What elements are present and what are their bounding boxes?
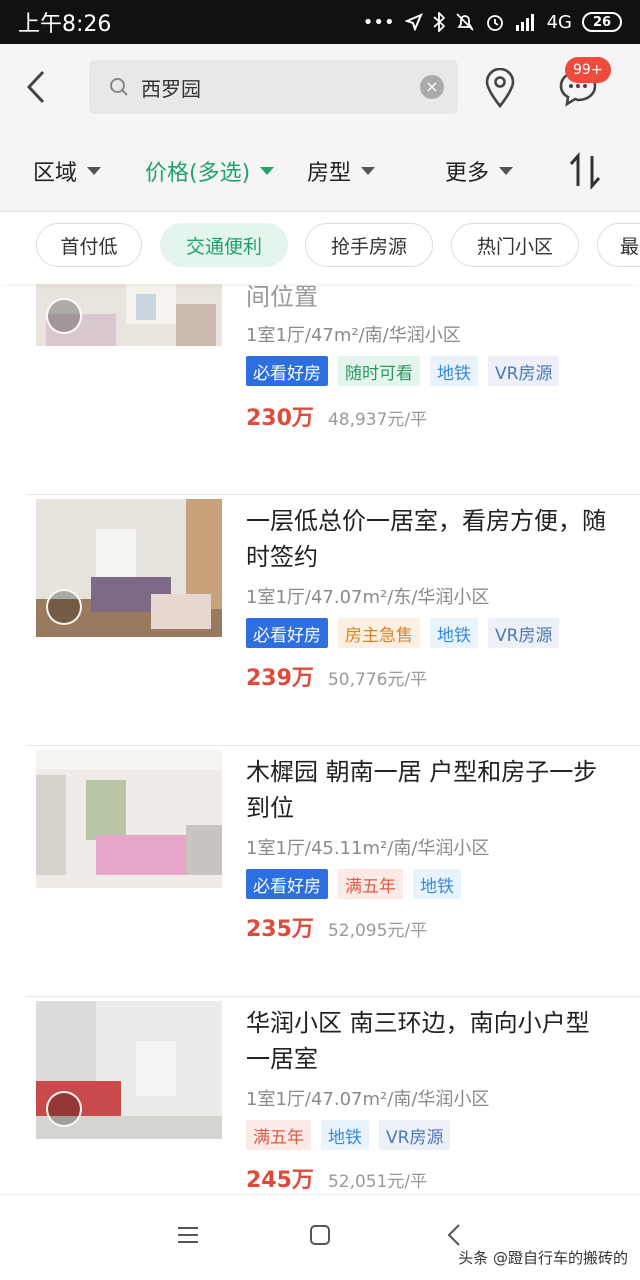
quick-tag-popular-communities[interactable]: 热门小区 [451, 223, 579, 267]
quick-tag-low-downpayment[interactable]: 首付低 [36, 223, 142, 267]
menu-icon[interactable] [176, 1223, 200, 1247]
listing-item[interactable]: 华润小区 南三环边，南向小户型一居室 1室1厅/47.07m²/南/华润小区 满… [0, 997, 640, 1194]
listing-title: 一层低总价一居室，看房方便，随时签约 [246, 507, 606, 571]
listing-item[interactable]: 木樨园 朝南一居 户型和房子一步到位 1室1厅/45.11m²/南/华润小区 必… [0, 746, 640, 997]
listing-title: 木樨园 朝南一居 户型和房子一步到位 [246, 758, 598, 822]
listing-tag: 满五年 [246, 1120, 311, 1150]
filter-layout[interactable]: 房型 [307, 130, 376, 212]
listing-tag: 地铁 [413, 869, 461, 899]
listing-tag: VR房源 [488, 618, 560, 648]
message-count-badge: 99+ [565, 57, 611, 83]
sort-icon[interactable] [568, 152, 604, 190]
watermark: 头条 @蹬自行车的搬砖的 [458, 1249, 628, 1267]
system-nav-bar: 头条 @蹬自行车的搬砖的 [0, 1194, 640, 1280]
status-time: 上午8:26 [18, 12, 112, 37]
listing-tags: 必看好房 满五年 地铁 [246, 869, 461, 899]
search-icon [110, 78, 128, 96]
unit-price: 52,095元/平 [327, 921, 428, 941]
filter-price-label: 价格(多选) [145, 161, 251, 186]
bluetooth-icon [432, 12, 445, 32]
more-dots-icon: ••• [362, 11, 395, 33]
unit-price: 48,937元/平 [327, 410, 428, 430]
vr-play-icon [46, 589, 82, 625]
mute-bell-icon [455, 13, 474, 31]
listing-tag: 必看好房 [246, 618, 328, 648]
listing-tag: 必看好房 [246, 869, 328, 899]
search-query: 西罗园 [141, 76, 201, 101]
back-nav-icon[interactable] [444, 1223, 464, 1247]
total-price: 239万 [246, 666, 314, 691]
total-price: 235万 [246, 917, 314, 942]
listing-meta: 1室1厅/47.07m²/东/华润小区 [246, 587, 490, 608]
filter-area-label: 区域 [33, 161, 78, 186]
listing-item[interactable]: 间位置 1室1厅/47m²/南/华润小区 必看好房 随时可看 地铁 VR房源 2… [0, 284, 640, 495]
unit-price: 50,776元/平 [327, 670, 428, 690]
listing-meta: 1室1厅/47m²/南/华润小区 [246, 325, 461, 346]
total-price: 245万 [246, 1168, 314, 1193]
listing-tag: 地铁 [321, 1120, 369, 1150]
quick-tag-transit[interactable]: 交通便利 [160, 223, 288, 267]
room-photo [36, 750, 222, 888]
dropdown-arrow-icon [260, 167, 275, 175]
listing-price: 235万 52,095元/平 [246, 911, 427, 943]
status-icons: ••• 4G 26 [363, 12, 622, 33]
listing-price: 239万 50,776元/平 [246, 660, 427, 692]
dropdown-arrow-icon [499, 167, 514, 175]
listing-tags: 必看好房 随时可看 地铁 VR房源 [246, 356, 560, 386]
listing-tag: 房主急售 [338, 618, 420, 648]
location-arrow-icon [404, 13, 423, 31]
alarm-icon [486, 15, 503, 31]
listing-meta: 1室1厅/45.11m²/南/华润小区 [246, 838, 490, 859]
dropdown-arrow-icon [361, 167, 376, 175]
listing-tags: 满五年 地铁 VR房源 [246, 1120, 451, 1150]
listing-tag: VR房源 [488, 356, 560, 386]
listing-tag: 满五年 [338, 869, 403, 899]
listing-meta: 1室1厅/47.07m²/南/华润小区 [246, 1089, 490, 1110]
home-icon[interactable] [308, 1223, 332, 1247]
listing-photo [36, 499, 222, 637]
map-location-button[interactable] [480, 66, 520, 110]
dropdown-arrow-icon [87, 167, 102, 175]
quick-tag-latest[interactable]: 最 [597, 223, 640, 267]
location-pin-icon [485, 68, 515, 108]
battery-level: 26 [592, 14, 612, 30]
listing-item[interactable]: 一层低总价一居室，看房方便，随时签约 1室1厅/47.07m²/东/华润小区 必… [0, 495, 640, 746]
listing-tags: 必看好房 房主急售 地铁 VR房源 [246, 618, 560, 648]
quick-tags-row: 首付低 交通便利 抢手房源 热门小区 最 [0, 212, 640, 284]
filter-price[interactable]: 价格(多选) [145, 130, 275, 212]
status-bar: 上午8:26 ••• 4G 26 [0, 0, 640, 44]
filter-bar: 区域 价格(多选) 房型 更多 [0, 130, 640, 212]
listing-tag: 地铁 [430, 356, 478, 386]
battery-icon: 26 [582, 12, 622, 32]
listing-photo [36, 284, 222, 346]
listing-tag: VR房源 [379, 1120, 451, 1150]
network-type: 4G [546, 11, 572, 33]
back-button[interactable] [0, 44, 72, 130]
header: 西罗园 × [0, 44, 640, 130]
search-box[interactable]: 西罗园 × [89, 60, 458, 114]
listing-tag: 随时可看 [338, 356, 420, 386]
back-arrow-icon [26, 70, 45, 104]
vr-play-icon [46, 1091, 82, 1127]
listing-title: 间位置 [246, 284, 318, 311]
listing-tag: 地铁 [430, 618, 478, 648]
vr-play-icon [46, 298, 82, 334]
listing-price: 245万 52,051元/平 [246, 1162, 427, 1194]
listing-tag: 必看好房 [246, 356, 328, 386]
filter-layout-label: 房型 [307, 161, 352, 186]
listing-title: 华润小区 南三环边，南向小户型一居室 [246, 1009, 590, 1073]
signal-icon [515, 14, 534, 31]
listing-price: 230万 48,937元/平 [246, 400, 427, 432]
filter-more-label: 更多 [445, 161, 490, 186]
listing-photo [36, 1001, 222, 1139]
filter-more[interactable]: 更多 [445, 130, 514, 212]
total-price: 230万 [246, 406, 314, 431]
clear-search-button[interactable]: × [420, 75, 444, 99]
listing-photo [36, 750, 222, 888]
quick-tag-hot-listings[interactable]: 抢手房源 [305, 223, 433, 267]
listing-list: 间位置 1室1厅/47m²/南/华润小区 必看好房 随时可看 地铁 VR房源 2… [0, 284, 640, 1194]
filter-area[interactable]: 区域 [33, 130, 102, 212]
unit-price: 52,051元/平 [327, 1172, 428, 1192]
